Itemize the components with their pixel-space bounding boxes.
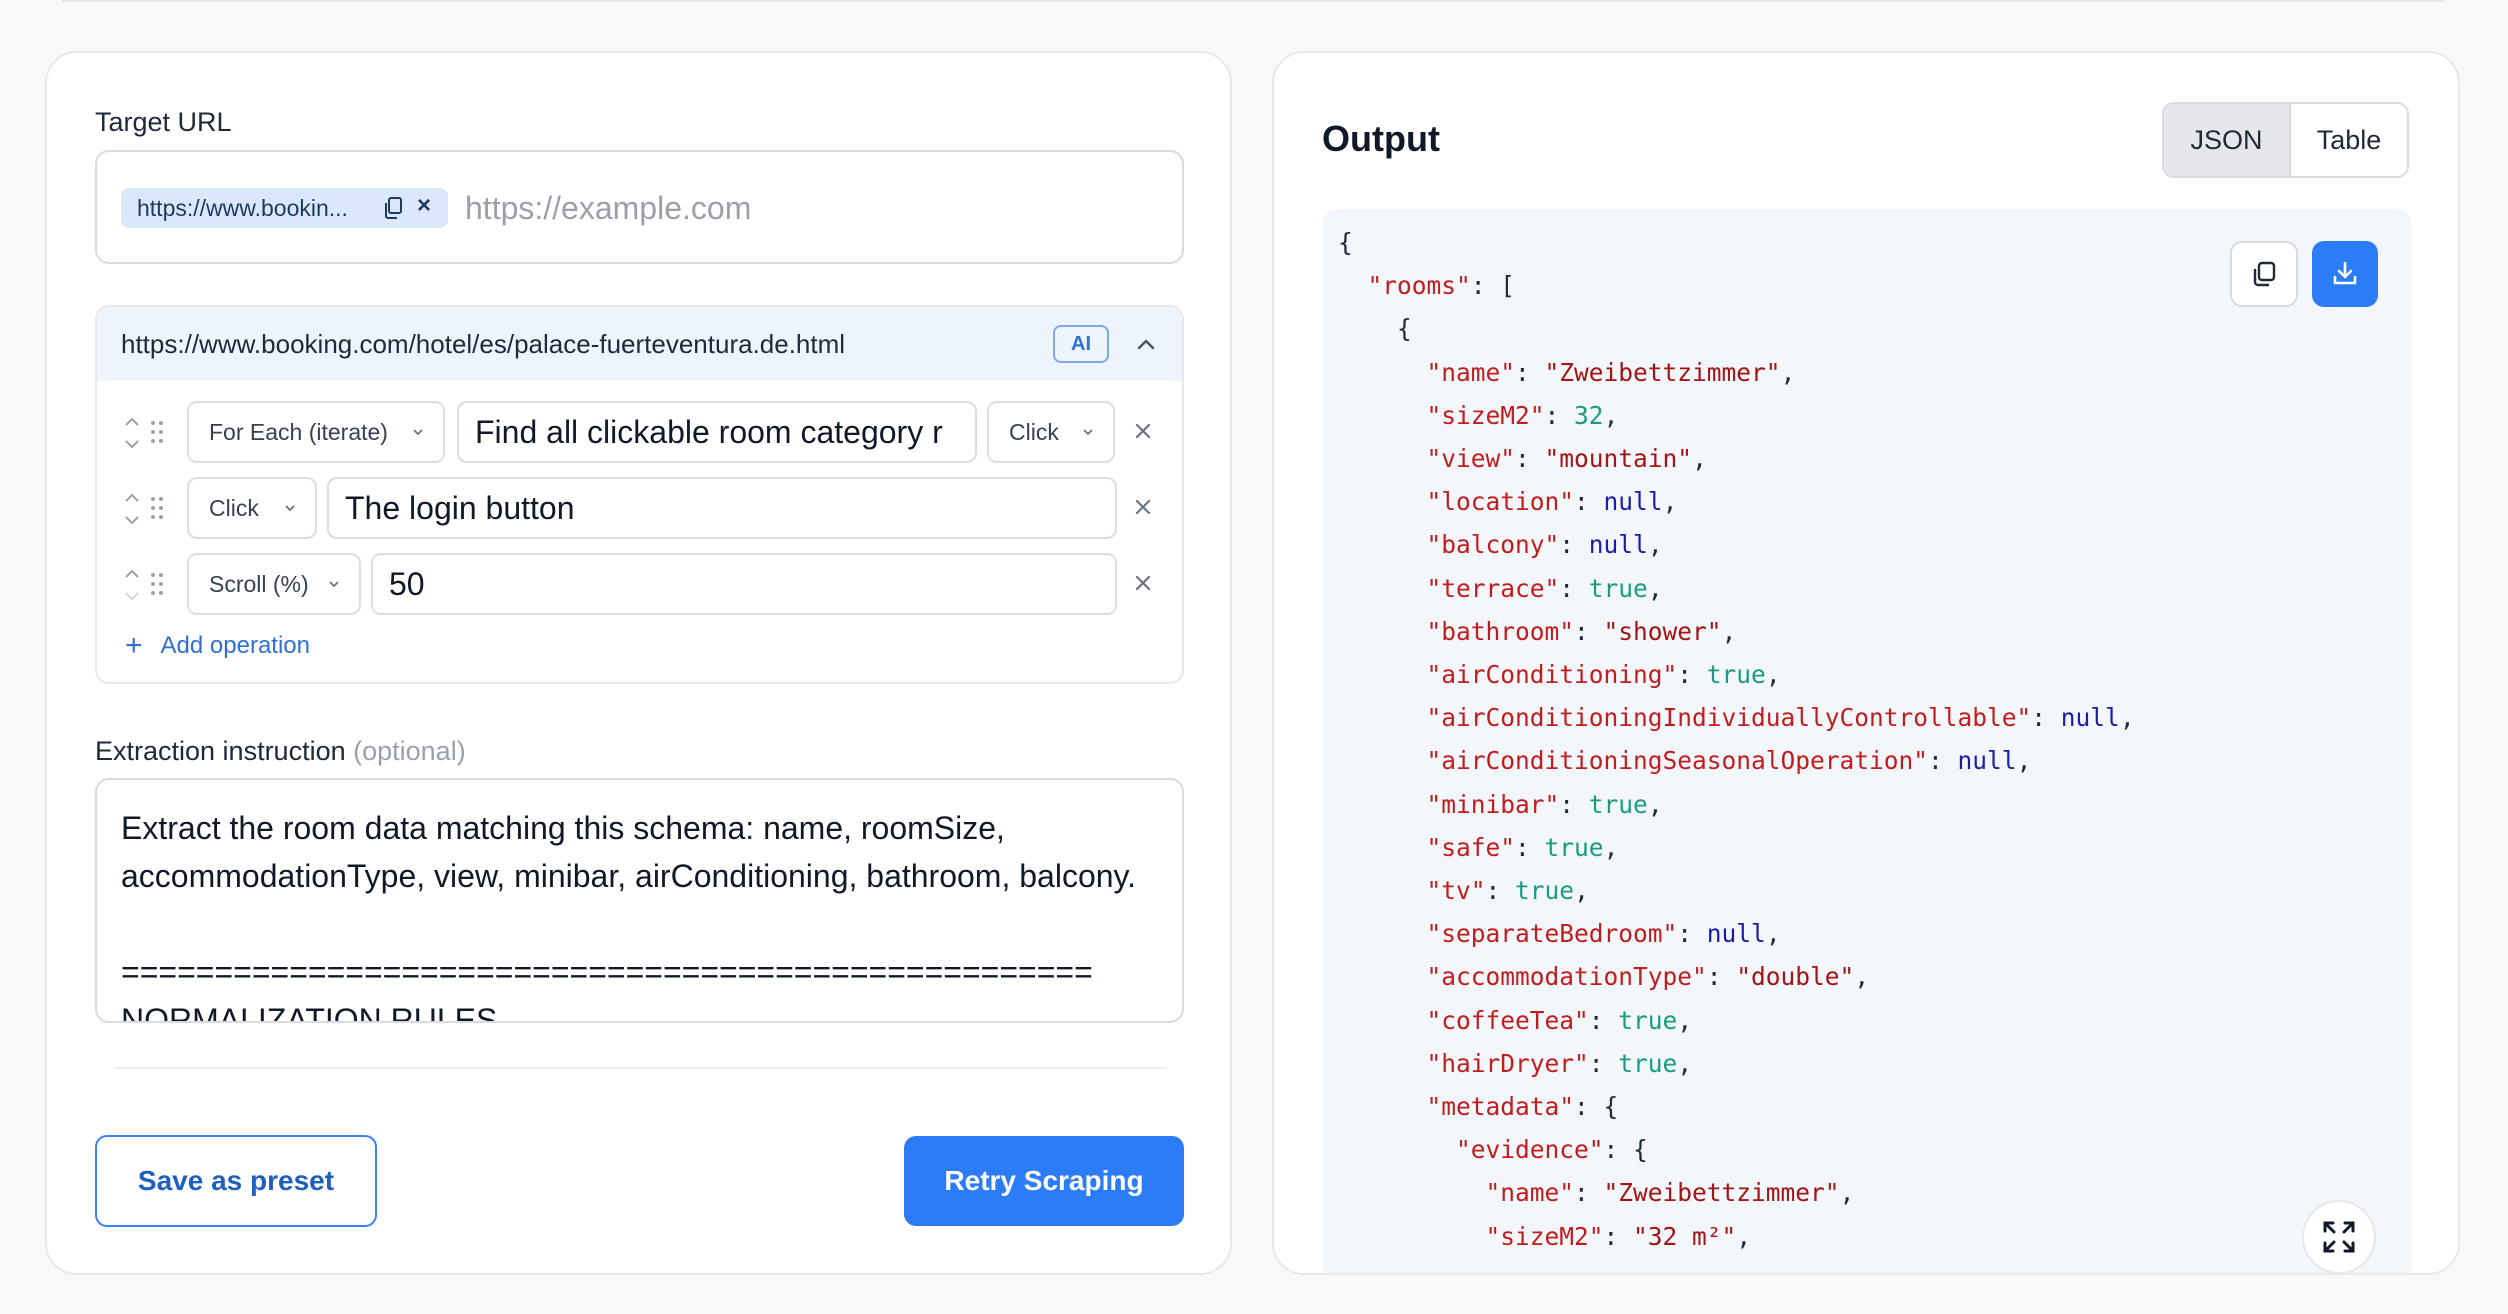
add-operation-button[interactable]: + Add operation — [125, 629, 310, 663]
extraction-optional-text: (optional) — [353, 736, 466, 766]
operations-url: https://www.booking.com/hotel/es/palace-… — [121, 329, 846, 359]
plus-icon: + — [125, 629, 143, 662]
url-chip[interactable]: https://www.bookin... × — [121, 188, 448, 228]
operation-action-select[interactable]: Click — [987, 401, 1115, 463]
operation-value-input[interactable]: 50 — [371, 553, 1117, 615]
output-panel: Output JSON Table { "rooms": [ { "name":… — [1272, 51, 2460, 1275]
extraction-label-text: Extraction instruction — [95, 736, 346, 766]
operation-row: Click The login button — [97, 475, 1182, 541]
remove-url-icon[interactable]: × — [417, 192, 431, 220]
output-title: Output — [1322, 118, 1440, 159]
scrape-config-panel: Target URL https://www.bookin... × https… — [45, 51, 1232, 1275]
json-output-text: { "rooms": [ { "name": "Zweibettzimmer",… — [1338, 228, 2135, 1251]
operation-value-input[interactable]: Find all clickable room category r — [457, 401, 977, 463]
json-output-viewer[interactable]: { "rooms": [ { "name": "Zweibettzimmer",… — [1322, 209, 2412, 1273]
chevron-up-icon[interactable] — [1131, 329, 1161, 359]
divider — [115, 1067, 1167, 1069]
download-icon — [2333, 261, 2357, 285]
copy-icon[interactable] — [383, 197, 403, 219]
operation-row: Scroll (%) 50 — [97, 551, 1182, 617]
reorder-icon[interactable] — [123, 489, 141, 529]
operation-value-input[interactable]: The login button — [327, 477, 1117, 539]
target-url-label: Target URL — [95, 107, 232, 137]
add-operation-label: Add operation — [160, 632, 310, 659]
table-view-tab[interactable]: Table — [2290, 104, 2407, 176]
extraction-label: Extraction instruction (optional) — [95, 736, 466, 767]
expand-icon — [2323, 1221, 2355, 1253]
copy-output-button[interactable] — [2230, 241, 2298, 307]
extraction-text-line: Extract the room data matching this sche… — [121, 810, 1137, 894]
remove-operation-icon[interactable] — [1129, 569, 1157, 597]
ai-badge[interactable]: AI — [1053, 325, 1109, 363]
save-preset-button[interactable]: Save as preset — [95, 1135, 377, 1227]
operation-type-value: Click — [209, 494, 259, 521]
operations-header[interactable]: https://www.booking.com/hotel/es/palace-… — [97, 307, 1182, 381]
reorder-icon[interactable] — [123, 413, 141, 453]
operation-row: For Each (iterate) Find all clickable ro… — [97, 399, 1182, 465]
reorder-icon[interactable] — [123, 565, 141, 605]
fullscreen-button[interactable] — [2302, 1200, 2376, 1274]
drag-handle-icon[interactable] — [149, 571, 165, 597]
extraction-text-heading: NORMALIZATION RULES — [121, 1002, 498, 1023]
extraction-text-separator: ========================================… — [121, 954, 1093, 990]
copy-icon — [2253, 261, 2276, 287]
drag-handle-icon[interactable] — [149, 495, 165, 521]
retry-scraping-button[interactable]: Retry Scraping — [904, 1136, 1184, 1226]
operations-panel: https://www.booking.com/hotel/es/palace-… — [95, 305, 1184, 684]
view-toggle: JSON Table — [2162, 102, 2409, 178]
chevron-down-icon — [285, 505, 295, 512]
operation-type-select[interactable]: For Each (iterate) — [187, 401, 445, 463]
operation-type-select[interactable]: Click — [187, 477, 317, 539]
operation-type-value: Scroll (%) — [209, 570, 309, 597]
top-divider — [62, 0, 2444, 2]
operation-type-select[interactable]: Scroll (%) — [187, 553, 361, 615]
download-output-button[interactable] — [2312, 241, 2378, 307]
json-view-tab[interactable]: JSON — [2164, 104, 2291, 176]
url-input[interactable] — [465, 186, 1165, 230]
chevron-down-icon — [413, 429, 423, 436]
url-chip-text: https://www.bookin... — [137, 194, 348, 221]
remove-operation-icon[interactable] — [1129, 493, 1157, 521]
operation-action-value: Click — [1009, 418, 1059, 445]
chevron-down-icon — [329, 581, 339, 588]
remove-operation-icon[interactable] — [1129, 417, 1157, 445]
chevron-down-icon — [1083, 429, 1093, 436]
drag-handle-icon[interactable] — [149, 419, 165, 445]
target-url-field[interactable]: https://www.bookin... × — [95, 150, 1184, 264]
operation-type-value: For Each (iterate) — [209, 418, 388, 445]
extraction-instruction-textarea[interactable]: Extract the room data matching this sche… — [95, 778, 1184, 1023]
